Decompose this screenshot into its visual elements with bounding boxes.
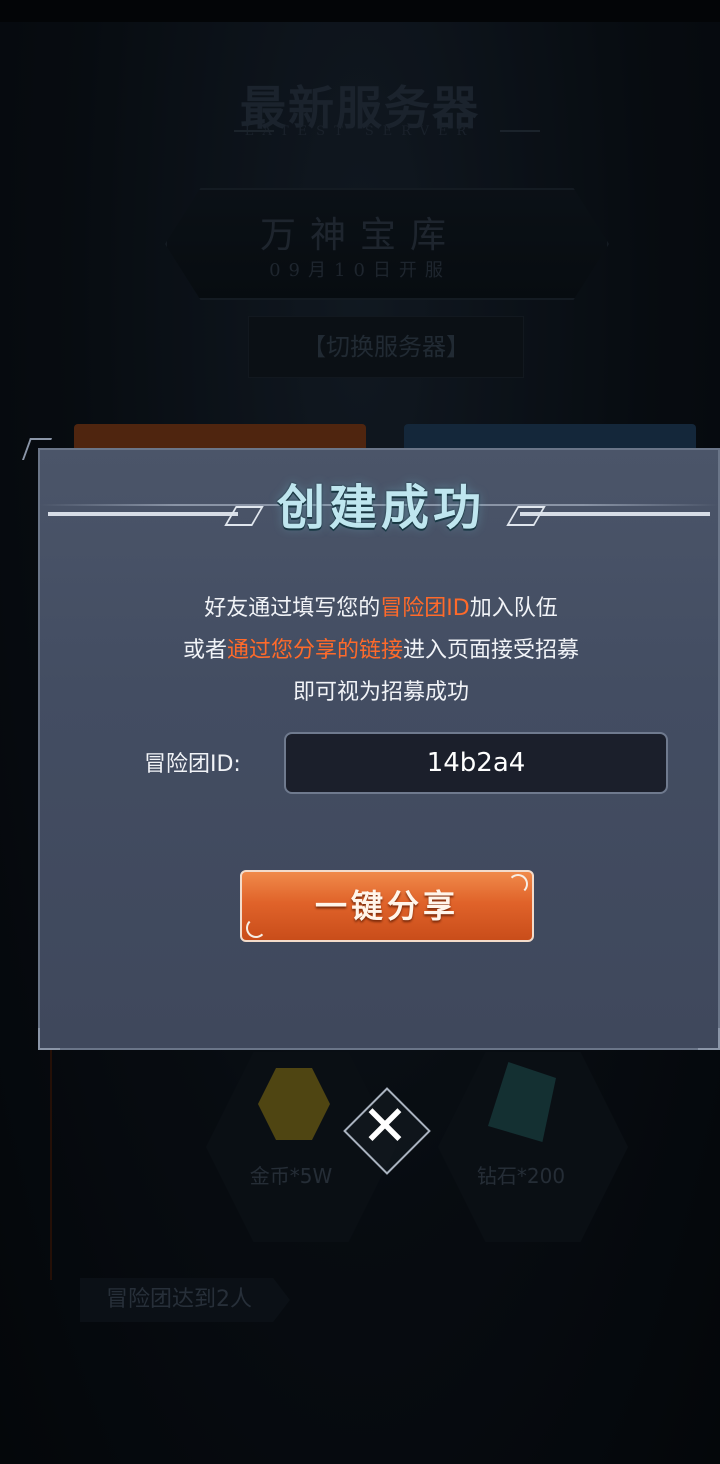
curl-ornament-icon xyxy=(508,874,528,894)
message-text: 加入队伍 xyxy=(469,596,558,621)
team-id-label: 冒险团ID: xyxy=(144,752,241,777)
dialog-corner-ornament xyxy=(698,1028,720,1050)
dialog-corner-ornament xyxy=(38,1028,60,1050)
message-text: 好友通过填写您的 xyxy=(204,596,381,621)
message-highlight: 冒险团ID xyxy=(380,596,470,621)
message-line-3: 即可视为招募成功 xyxy=(292,680,469,705)
dialog-title: 创建成功 xyxy=(276,480,485,536)
close-icon: ✕ xyxy=(361,1094,409,1159)
message-line-2: 或者通过您分享的链接进入页面接受招募 xyxy=(40,632,720,664)
create-success-dialog: 创建成功 好友通过填写您的冒险团ID加入队伍 或者通过您分享的链接进入页面接受招… xyxy=(21,438,720,1050)
team-id-field[interactable]: 14b2a4 xyxy=(284,732,668,794)
one-click-share-button[interactable]: 一键分享 xyxy=(240,870,534,942)
message-text: 或者 xyxy=(182,638,227,663)
curl-ornament-icon xyxy=(246,918,266,938)
message-highlight: 通过您分享的链接 xyxy=(226,638,403,663)
message-line-1: 好友通过填写您的冒险团ID加入队伍 xyxy=(40,590,720,622)
close-button[interactable]: ✕ xyxy=(340,1084,431,1175)
share-button-label: 一键分享 xyxy=(314,887,459,925)
message-text: 进入页面接受招募 xyxy=(403,638,580,663)
